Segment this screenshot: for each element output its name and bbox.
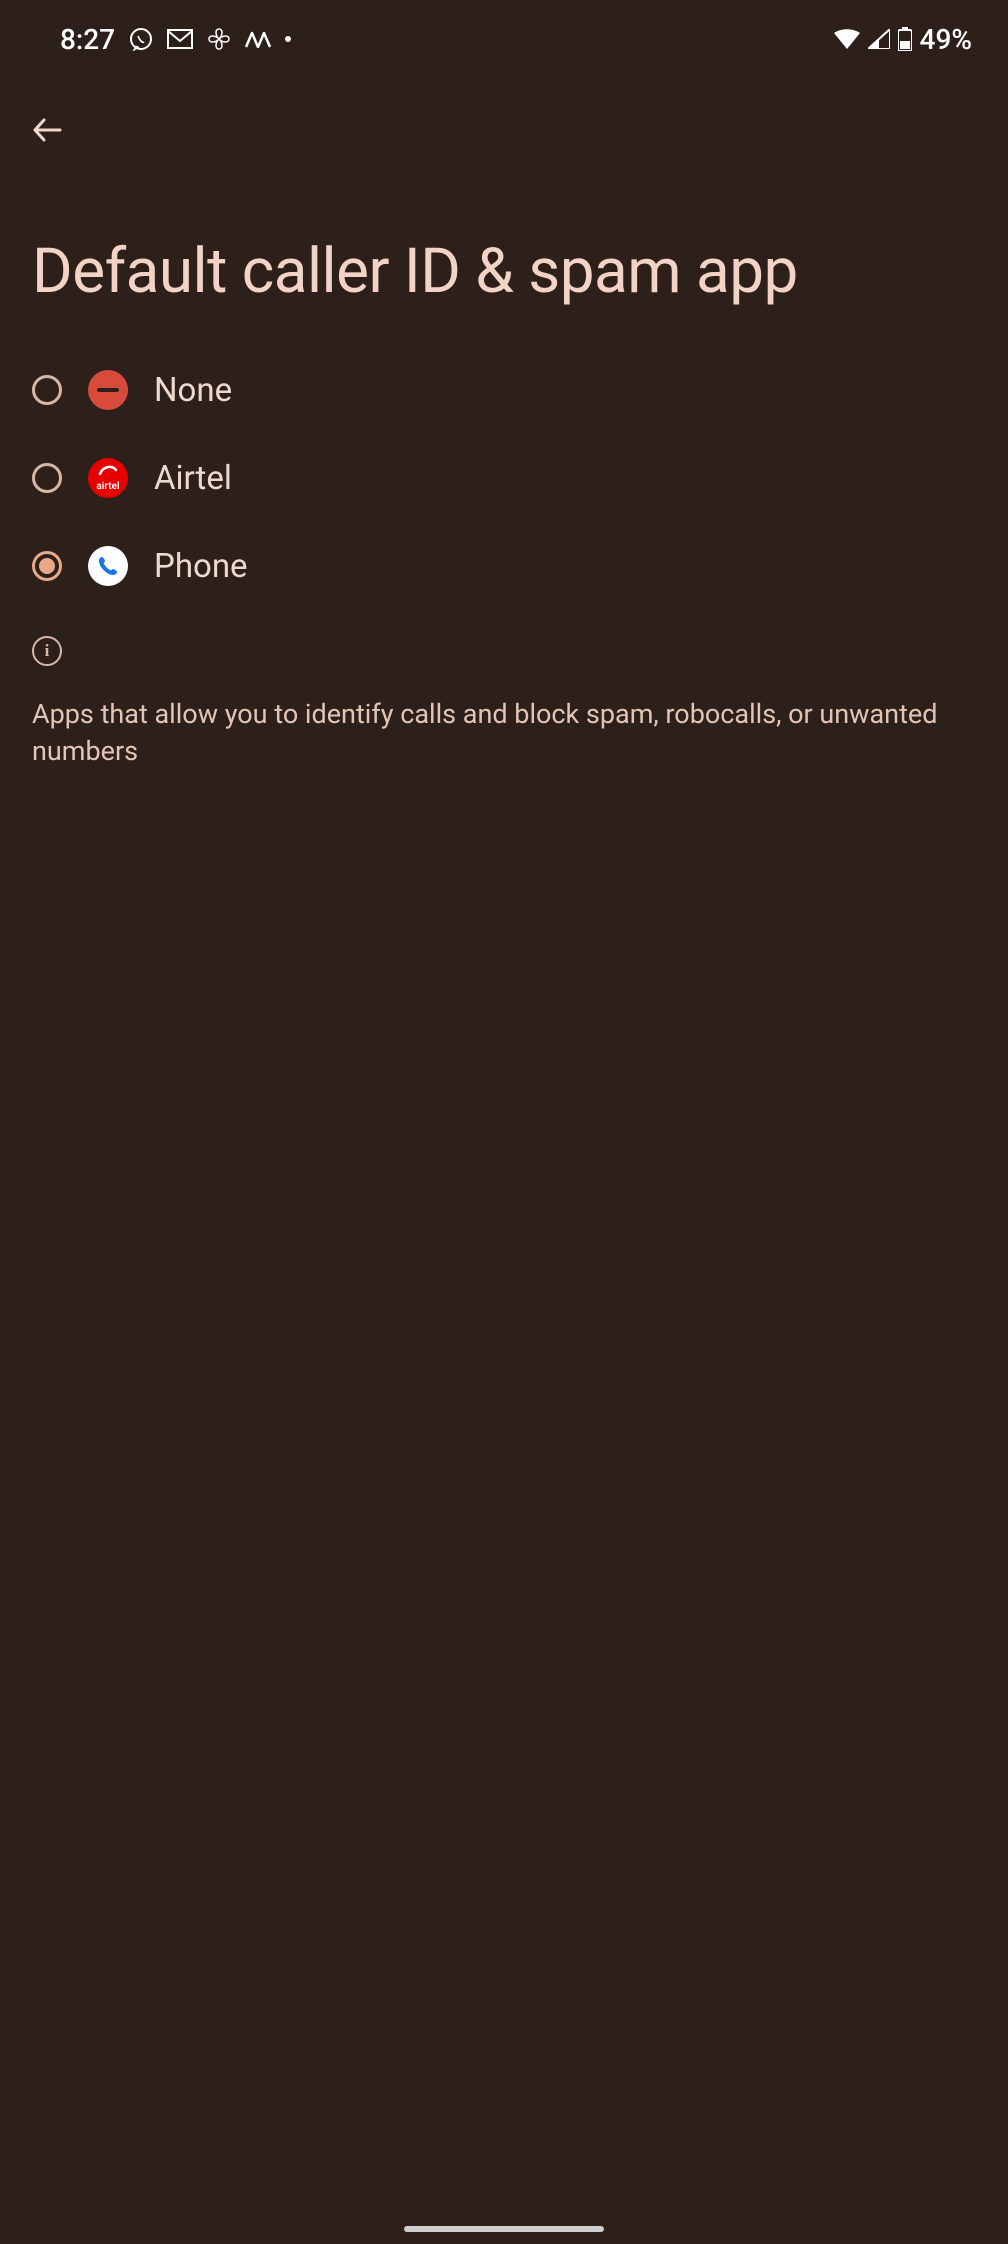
page-title: Default caller ID & spam app bbox=[32, 238, 976, 306]
home-indicator[interactable] bbox=[404, 2226, 604, 2232]
status-time: 8:27 bbox=[60, 23, 115, 56]
status-bar: 8:27 49% bbox=[0, 0, 1008, 66]
option-list: None airtel Airtel Phone bbox=[0, 346, 1008, 610]
wifi-icon bbox=[834, 29, 860, 49]
whatsapp-icon bbox=[129, 27, 153, 51]
cellular-icon bbox=[868, 29, 890, 49]
radio-inner-icon bbox=[39, 558, 55, 574]
back-button[interactable] bbox=[24, 106, 72, 154]
radio-phone[interactable] bbox=[32, 551, 62, 581]
option-phone[interactable]: Phone bbox=[0, 522, 1008, 610]
option-airtel[interactable]: airtel Airtel bbox=[0, 434, 1008, 522]
radio-none[interactable] bbox=[32, 375, 62, 405]
gmail-icon bbox=[167, 29, 193, 49]
battery-icon bbox=[898, 27, 912, 51]
arrow-left-icon bbox=[30, 112, 66, 148]
app-icon-m bbox=[245, 30, 271, 48]
option-label-airtel: Airtel bbox=[154, 459, 232, 498]
option-label-none: None bbox=[154, 371, 232, 410]
minus-icon bbox=[97, 388, 119, 392]
radio-airtel[interactable] bbox=[32, 463, 62, 493]
airtel-icon: airtel bbox=[88, 458, 128, 498]
option-label-phone: Phone bbox=[154, 547, 248, 586]
battery-percentage: 49% bbox=[920, 23, 972, 56]
phone-handset-icon bbox=[96, 554, 120, 578]
info-icon: i bbox=[32, 636, 62, 666]
none-icon bbox=[88, 370, 128, 410]
info-row: i bbox=[0, 610, 1008, 676]
status-left: 8:27 bbox=[60, 23, 291, 56]
airtel-swoosh-icon bbox=[98, 464, 118, 476]
notification-dot-icon bbox=[285, 36, 291, 42]
status-right: 49% bbox=[834, 23, 972, 56]
description-text: Apps that allow you to identify calls an… bbox=[0, 676, 1008, 789]
phone-app-icon bbox=[88, 546, 128, 586]
photos-icon bbox=[207, 27, 231, 51]
option-none[interactable]: None bbox=[0, 346, 1008, 434]
